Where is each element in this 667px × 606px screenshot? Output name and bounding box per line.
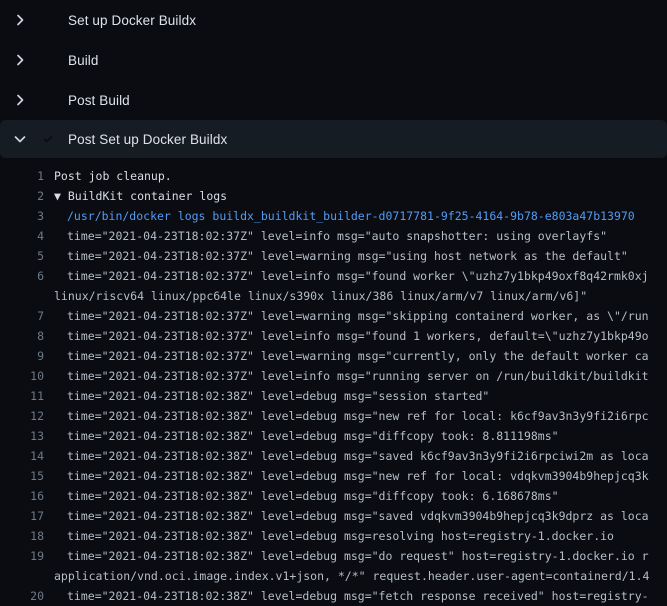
log-line: 7 time="2021-04-23T18:02:37Z" level=warni… bbox=[0, 306, 667, 326]
log-text: time="2021-04-23T18:02:38Z" level=debug … bbox=[54, 546, 667, 566]
line-number[interactable]: 20 bbox=[0, 586, 44, 606]
log-line-continuation: linux/riscv64 linux/ppc64le linux/s390x … bbox=[0, 286, 667, 306]
line-number[interactable]: 15 bbox=[0, 466, 44, 486]
line-number[interactable]: 5 bbox=[0, 246, 44, 266]
log-line: 4 time="2021-04-23T18:02:37Z" level=info … bbox=[0, 226, 667, 246]
log-viewer: 1 Post job cleanup. 2 ▼ BuildKit container … bbox=[0, 158, 667, 606]
log-text: time="2021-04-23T18:02:37Z" level=info m… bbox=[54, 366, 667, 386]
line-number[interactable]: 18 bbox=[0, 526, 44, 546]
line-number[interactable]: 16 bbox=[0, 486, 44, 506]
log-text: time="2021-04-23T18:02:38Z" level=debug … bbox=[54, 406, 667, 426]
line-number[interactable]: 12 bbox=[0, 406, 44, 426]
line-number[interactable]: 17 bbox=[0, 506, 44, 526]
log-line: 3/usr/bin/docker logs buildx_buildkit_bu… bbox=[0, 206, 667, 226]
log-text: time="2021-04-23T18:02:38Z" level=debug … bbox=[54, 486, 667, 506]
log-line: 19 time="2021-04-23T18:02:38Z" level=debu… bbox=[0, 546, 667, 566]
chevron-down-icon[interactable] bbox=[12, 131, 28, 147]
log-line: 15 time="2021-04-23T18:02:38Z" level=debu… bbox=[0, 466, 667, 486]
log-text: time="2021-04-23T18:02:37Z" level=warnin… bbox=[54, 306, 667, 326]
chevron-right-icon[interactable] bbox=[12, 92, 28, 108]
line-number[interactable]: 3 bbox=[0, 206, 44, 226]
log-text: application/vnd.oci.image.index.v1+json,… bbox=[54, 566, 667, 586]
line-number[interactable]: 11 bbox=[0, 386, 44, 406]
section-header-post-build[interactable]: Post Build bbox=[0, 80, 667, 120]
log-text: time="2021-04-23T18:02:37Z" level=warnin… bbox=[54, 246, 667, 266]
check-circle-icon bbox=[40, 52, 56, 68]
log-text: time="2021-04-23T18:02:38Z" level=debug … bbox=[54, 526, 667, 546]
log-text: time="2021-04-23T18:02:38Z" level=debug … bbox=[54, 386, 667, 406]
log-line: 8 time="2021-04-23T18:02:37Z" level=info … bbox=[0, 326, 667, 346]
log-text: time="2021-04-23T18:02:38Z" level=debug … bbox=[54, 506, 667, 526]
line-number[interactable]: 13 bbox=[0, 426, 44, 446]
log-text: Post job cleanup. bbox=[54, 166, 667, 186]
log-line: 11 time="2021-04-23T18:02:38Z" level=debu… bbox=[0, 386, 667, 406]
check-circle-icon bbox=[40, 12, 56, 28]
group-title: BuildKit container logs bbox=[61, 189, 227, 203]
log-text: time="2021-04-23T18:02:38Z" level=debug … bbox=[54, 446, 667, 466]
log-line-continuation: application/vnd.oci.image.index.v1+json,… bbox=[0, 566, 667, 586]
log-text: time="2021-04-23T18:02:37Z" level=info m… bbox=[54, 266, 667, 286]
line-number bbox=[0, 286, 44, 306]
section-title: Post Build bbox=[68, 93, 130, 108]
section-title: Build bbox=[68, 53, 99, 68]
line-number[interactable]: 2 bbox=[0, 186, 44, 206]
line-number[interactable]: 6 bbox=[0, 266, 44, 286]
section-title: Set up Docker Buildx bbox=[68, 13, 196, 28]
line-number[interactable]: 19 bbox=[0, 546, 44, 566]
line-number[interactable]: 1 bbox=[0, 166, 44, 186]
line-number[interactable]: 10 bbox=[0, 366, 44, 386]
log-line: 16 time="2021-04-23T18:02:38Z" level=debu… bbox=[0, 486, 667, 506]
section-title: Post Set up Docker Buildx bbox=[68, 132, 227, 147]
log-text: time="2021-04-23T18:02:38Z" level=debug … bbox=[54, 466, 667, 486]
log-line: 6 time="2021-04-23T18:02:37Z" level=info … bbox=[0, 266, 667, 286]
log-line: 20 time="2021-04-23T18:02:38Z" level=debu… bbox=[0, 586, 667, 606]
log-text: time="2021-04-23T18:02:37Z" level=warnin… bbox=[54, 346, 667, 366]
line-number bbox=[0, 566, 44, 586]
check-circle-icon bbox=[40, 131, 56, 147]
line-number[interactable]: 9 bbox=[0, 346, 44, 366]
chevron-right-icon[interactable] bbox=[12, 12, 28, 28]
log-line: 5 time="2021-04-23T18:02:37Z" level=warni… bbox=[0, 246, 667, 266]
line-number[interactable]: 14 bbox=[0, 446, 44, 466]
section-header-set-up-docker-buildx[interactable]: Set up Docker Buildx bbox=[0, 0, 667, 40]
log-line: 2 ▼ BuildKit container logs bbox=[0, 186, 667, 206]
section-header-build[interactable]: Build bbox=[0, 40, 667, 80]
line-number[interactable]: 8 bbox=[0, 326, 44, 346]
log-text: linux/riscv64 linux/ppc64le linux/s390x … bbox=[54, 286, 667, 306]
log-line: 10 time="2021-04-23T18:02:37Z" level=info… bbox=[0, 366, 667, 386]
section-header-post-set-up-docker-buildx[interactable]: Post Set up Docker Buildx bbox=[0, 120, 667, 158]
group-collapse-triangle-icon[interactable]: ▼ bbox=[54, 189, 61, 203]
log-text: time="2021-04-23T18:02:37Z" level=info m… bbox=[54, 326, 667, 346]
log-command-text: /usr/bin/docker logs buildx_buildkit_bui… bbox=[54, 206, 667, 226]
log-text: time="2021-04-23T18:02:38Z" level=debug … bbox=[54, 586, 667, 606]
log-line: 14 time="2021-04-23T18:02:38Z" level=debu… bbox=[0, 446, 667, 466]
log-line: 18 time="2021-04-23T18:02:38Z" level=debu… bbox=[0, 526, 667, 546]
log-text: time="2021-04-23T18:02:37Z" level=info m… bbox=[54, 226, 667, 246]
check-circle-icon bbox=[40, 92, 56, 108]
log-line: 1 Post job cleanup. bbox=[0, 166, 667, 186]
log-line: 17 time="2021-04-23T18:02:38Z" level=debu… bbox=[0, 506, 667, 526]
log-text: time="2021-04-23T18:02:38Z" level=debug … bbox=[54, 426, 667, 446]
line-number[interactable]: 7 bbox=[0, 306, 44, 326]
log-line: 9 time="2021-04-23T18:02:37Z" level=warni… bbox=[0, 346, 667, 366]
log-line: 12 time="2021-04-23T18:02:38Z" level=debu… bbox=[0, 406, 667, 426]
chevron-right-icon[interactable] bbox=[12, 52, 28, 68]
line-number[interactable]: 4 bbox=[0, 226, 44, 246]
log-line: 13 time="2021-04-23T18:02:38Z" level=debu… bbox=[0, 426, 667, 446]
log-text: ▼ BuildKit container logs bbox=[54, 186, 667, 206]
step-section-list: Set up Docker Buildx Build Post Build Post … bbox=[0, 0, 667, 158]
